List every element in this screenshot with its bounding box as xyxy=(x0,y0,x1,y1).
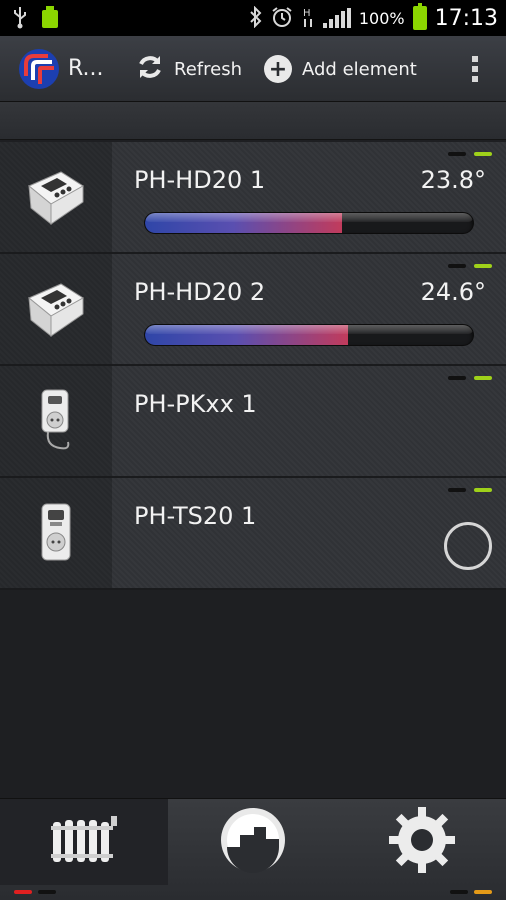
status-leds xyxy=(448,264,492,268)
clock: 17:13 xyxy=(434,5,498,31)
device-row[interactable]: PH-HD20 2 24.6° xyxy=(0,254,506,366)
status-leds xyxy=(448,152,492,156)
add-element-button[interactable]: + Add element xyxy=(264,36,417,102)
usb-icon xyxy=(12,5,28,32)
device-list: PH-HD20 1 23.8° PH-HD20 2 24.6° PH-PKxx … xyxy=(0,142,506,590)
device-name: PH-TS20 1 xyxy=(134,502,257,530)
status-bar: H 100% 17:13 xyxy=(0,0,506,36)
radiator-icon xyxy=(49,812,119,872)
smart-plug-icon xyxy=(0,366,112,476)
plus-icon: + xyxy=(264,55,292,83)
led-error xyxy=(14,890,32,894)
thermostat-icon xyxy=(0,142,112,252)
battery-icon xyxy=(412,3,427,30)
tab-radiator[interactable] xyxy=(0,799,168,885)
device-row[interactable]: PH-HD20 1 23.8° xyxy=(0,142,506,254)
led-online xyxy=(474,152,492,156)
tab-schedule[interactable] xyxy=(168,799,338,885)
action-bar: R... Refresh + Add element xyxy=(0,36,506,102)
status-left xyxy=(12,5,60,32)
device-row[interactable]: PH-TS20 1 xyxy=(0,478,506,590)
alarm-icon xyxy=(271,6,293,31)
temperature-bar xyxy=(144,212,474,234)
device-name: PH-HD20 2 xyxy=(134,278,266,306)
temperature-bar xyxy=(144,324,474,346)
led-online xyxy=(474,376,492,380)
app-title: R... xyxy=(68,56,104,81)
bluetooth-icon xyxy=(249,5,263,31)
svg-text:H: H xyxy=(303,8,311,19)
hspa-icon: H xyxy=(301,5,315,32)
led-off xyxy=(448,264,466,268)
device-temperature: 24.6° xyxy=(420,278,486,306)
refresh-icon xyxy=(136,53,164,86)
thermostat-icon xyxy=(0,254,112,364)
loading-spinner-icon xyxy=(444,522,492,570)
signal-icon xyxy=(322,8,351,28)
battery-full-icon xyxy=(40,5,60,32)
device-row[interactable]: PH-PKxx 1 xyxy=(0,366,506,478)
led-online xyxy=(474,488,492,492)
led-off xyxy=(448,376,466,380)
nav-leds-right xyxy=(450,890,492,894)
led-off xyxy=(450,890,468,894)
sub-header-bar xyxy=(0,102,506,140)
device-name: PH-PKxx 1 xyxy=(134,390,257,418)
gear-icon xyxy=(387,805,457,879)
led-off xyxy=(448,152,466,156)
status-leds xyxy=(448,488,492,492)
status-leds xyxy=(448,376,492,380)
nav-leds-left xyxy=(14,890,56,894)
app-logo-icon[interactable] xyxy=(16,46,62,92)
led-warning xyxy=(474,890,492,894)
led-off xyxy=(448,488,466,492)
device-temperature: 23.8° xyxy=(420,166,486,194)
bottom-nav xyxy=(0,798,506,900)
refresh-label: Refresh xyxy=(174,58,242,80)
timer-plug-icon xyxy=(0,478,112,588)
led-online xyxy=(474,264,492,268)
status-right: H 100% 17:13 xyxy=(249,3,498,32)
overflow-menu-icon[interactable] xyxy=(472,56,478,82)
tab-settings[interactable] xyxy=(338,799,506,885)
led-off xyxy=(38,890,56,894)
refresh-button[interactable]: Refresh xyxy=(136,36,242,102)
add-element-label: Add element xyxy=(302,58,417,80)
schedule-icon xyxy=(218,805,288,879)
device-name: PH-HD20 1 xyxy=(134,166,266,194)
battery-percent: 100% xyxy=(358,8,405,28)
